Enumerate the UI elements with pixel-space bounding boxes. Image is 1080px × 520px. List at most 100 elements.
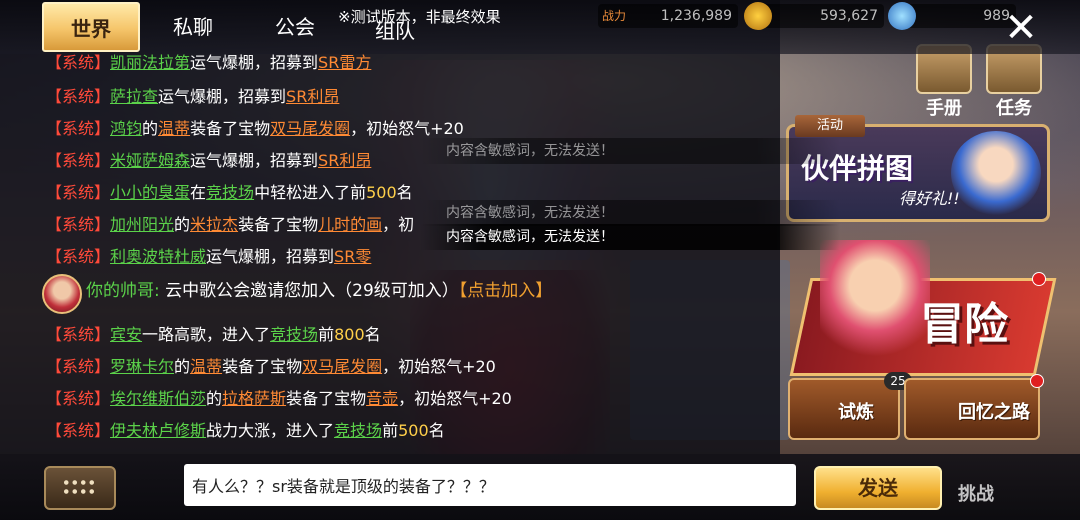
gold-value: 593,627 — [820, 8, 878, 24]
message-text: ，初始怒气+20 — [350, 119, 464, 138]
sensitive-word-toast: 内容含敏感词，无法发送！ — [420, 224, 840, 250]
adventure-label: 冒险 — [920, 299, 1008, 350]
notification-dot — [1030, 374, 1044, 388]
player-name-link[interactable]: 竞技场 — [206, 183, 254, 202]
test-version-notice: ※测试版本，非最终效果 — [338, 8, 501, 26]
system-tag: 【系统】 — [46, 215, 111, 234]
player-avatar[interactable] — [42, 274, 82, 314]
message-text: 在 — [190, 183, 207, 202]
item-link[interactable]: 儿时的画 — [318, 215, 382, 234]
chat-input[interactable] — [184, 464, 796, 506]
item-link[interactable]: SR利昂 — [286, 87, 339, 106]
message-text: 的 — [142, 119, 159, 138]
item-link[interactable]: 双马尾发圈 — [270, 119, 350, 138]
player-name[interactable]: 你的帅哥: — [86, 281, 160, 301]
system-message: 【系统】埃尔维斯伯莎的拉格萨斯装备了宝物音壶，初始怒气+20 — [46, 386, 512, 412]
system-tag: 【系统】 — [46, 183, 111, 202]
notification-dot — [1032, 272, 1046, 286]
player-name-link[interactable]: 米娅萨姆森 — [110, 151, 190, 170]
system-tag: 【系统】 — [46, 119, 111, 138]
gold-display: 593,627 — [744, 2, 884, 30]
message-text: 运气爆棚，招募到 — [158, 87, 287, 106]
system-tag: 【系统】 — [46, 421, 111, 440]
item-link[interactable]: 双马尾发圈 — [302, 357, 382, 376]
rank-number: 800 — [334, 325, 365, 344]
player-name-link[interactable]: 萨拉查 — [110, 87, 158, 106]
system-message: 【系统】萨拉查运气爆棚，招募到SR利昂 — [46, 84, 339, 110]
memory-road-label: 回忆之路 — [958, 402, 1030, 423]
message-text: 战力大涨，进入了 — [206, 421, 335, 440]
item-link[interactable]: 米拉杰 — [190, 215, 238, 234]
keyboard-icon — [62, 478, 96, 496]
player-name-link[interactable]: 竞技场 — [334, 421, 382, 440]
message-text: 运气爆棚，招募到 — [190, 53, 319, 72]
keyboard-button[interactable] — [44, 466, 116, 510]
handbook-label: 手册 — [926, 98, 962, 119]
send-button[interactable]: 发送 — [814, 466, 942, 510]
system-message: 【系统】宾安一路高歌，进入了竞技场前800名 — [46, 322, 381, 348]
tab-private[interactable]: 私聊 — [158, 2, 228, 52]
rank-number: 500 — [398, 421, 429, 440]
item-link[interactable]: SR零 — [334, 247, 371, 266]
item-link[interactable]: 拉格萨斯 — [222, 389, 286, 408]
power-value: 1,236,989 — [660, 8, 732, 24]
player-message-text: 云中歌公会邀请您加入（29级可加入） — [159, 281, 459, 301]
system-message: 【系统】鸿钧的温蒂装备了宝物双马尾发圈，初始怒气+20 — [46, 116, 464, 142]
system-message: 【系统】利奥波特杜威运气爆棚，招募到SR零 — [46, 244, 371, 270]
message-text: 名 — [396, 183, 413, 202]
tab-guild[interactable]: 公会 — [260, 2, 330, 52]
join-guild-link[interactable]: 【点击加入】 — [459, 281, 553, 301]
item-link[interactable]: 温蒂 — [190, 357, 222, 376]
memory-road-button[interactable]: 回忆之路 — [904, 378, 1040, 440]
message-text: ，初始怒气+20 — [398, 389, 512, 408]
quest-label: 任务 — [996, 98, 1032, 119]
system-message: 【系统】罗琳卡尔的温蒂装备了宝物双马尾发圈，初始怒气+20 — [46, 354, 496, 380]
player-name-link[interactable]: 加州阳光 — [110, 215, 174, 234]
player-name-link[interactable]: 宾安 — [110, 325, 142, 344]
player-name-link[interactable]: 小小的臭蛋 — [110, 183, 190, 202]
trial-button[interactable]: 试炼 — [788, 378, 900, 440]
message-text: 中轻松进入了前 — [254, 183, 367, 202]
item-link[interactable]: 音壶 — [366, 389, 398, 408]
power-display: 战力 1,236,989 — [598, 4, 738, 28]
sensitive-word-toast: 内容含敏感词，无法发送！ — [420, 200, 840, 226]
player-name-link[interactable]: 利奥波特杜威 — [110, 247, 206, 266]
sensitive-word-toast: 内容含敏感词，无法发送！ — [420, 138, 840, 164]
event-character-icon — [951, 131, 1041, 215]
message-text: 装备了宝物 — [238, 215, 319, 234]
item-link[interactable]: SR利昂 — [318, 151, 371, 170]
quest-button[interactable]: 任务 — [986, 44, 1042, 120]
system-message: 【系统】伊夫林卢修斯战力大涨，进入了竞技场前500名 — [46, 418, 445, 444]
trial-label: 试炼 — [838, 402, 874, 423]
item-link[interactable]: SR雷方 — [318, 53, 371, 72]
power-label: 战力 — [602, 9, 627, 23]
message-text: 前 — [318, 325, 335, 344]
tab-world[interactable]: 世界 — [42, 2, 140, 52]
player-name-link[interactable]: 伊夫林卢修斯 — [110, 421, 206, 440]
player-name-link[interactable]: 竞技场 — [270, 325, 318, 344]
message-text: 的 — [174, 357, 191, 376]
player-name-link[interactable]: 罗琳卡尔 — [110, 357, 174, 376]
system-message: 【系统】加州阳光的米拉杰装备了宝物儿时的画，初 — [46, 212, 414, 238]
message-text: 装备了宝物 — [222, 357, 303, 376]
message-text: 运气爆棚，招募到 — [190, 151, 319, 170]
player-name-link[interactable]: 鸿钧 — [110, 119, 142, 138]
player-name-link[interactable]: 埃尔维斯伯莎 — [110, 389, 206, 408]
rank-number: 500 — [366, 183, 397, 202]
player-name-link[interactable]: 凯丽法拉第 — [110, 53, 190, 72]
message-text: ，初 — [382, 215, 415, 234]
message-text: 的 — [206, 389, 223, 408]
hero-portrait — [820, 240, 930, 370]
system-tag: 【系统】 — [46, 247, 111, 266]
system-tag: 【系统】 — [46, 357, 111, 376]
close-button[interactable]: ✕ — [998, 6, 1044, 50]
message-text: 前 — [382, 421, 399, 440]
system-tag: 【系统】 — [46, 87, 111, 106]
event-subtitle: 得好礼!! — [899, 189, 960, 208]
message-text: 一路高歌，进入了 — [142, 325, 271, 344]
gold-coin-icon — [744, 2, 772, 30]
system-tag: 【系统】 — [46, 53, 111, 72]
handbook-button[interactable]: 手册 — [916, 44, 972, 120]
item-link[interactable]: 温蒂 — [158, 119, 190, 138]
system-tag: 【系统】 — [46, 389, 111, 408]
